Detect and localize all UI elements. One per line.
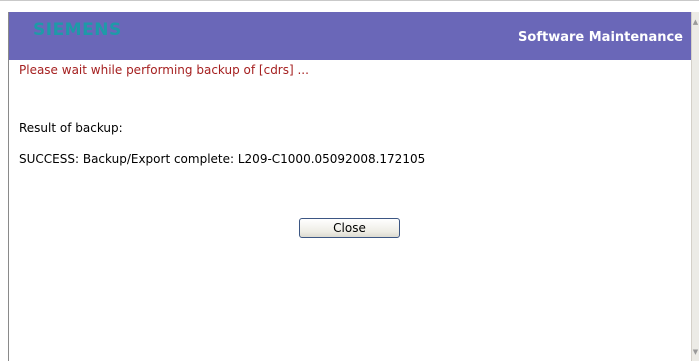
close-button[interactable]: Close: [299, 218, 400, 238]
status-message: Please wait while performing backup of […: [19, 63, 309, 77]
main-content: Please wait while performing backup of […: [9, 60, 691, 361]
scroll-down-icon[interactable]: ▼: [692, 345, 699, 359]
vertical-scrollbar[interactable]: ▲ ▼: [691, 12, 699, 361]
app-window: SIEMENS Software Maintenance Please wait…: [0, 0, 699, 361]
result-message: SUCCESS: Backup/Export complete: L209-C1…: [19, 152, 426, 166]
header-bar: SIEMENS Software Maintenance: [9, 12, 691, 60]
page-title: Software Maintenance: [518, 30, 683, 45]
brand-logo: SIEMENS: [33, 20, 122, 40]
scroll-up-icon[interactable]: ▲: [692, 15, 699, 29]
result-label: Result of backup:: [19, 121, 123, 135]
